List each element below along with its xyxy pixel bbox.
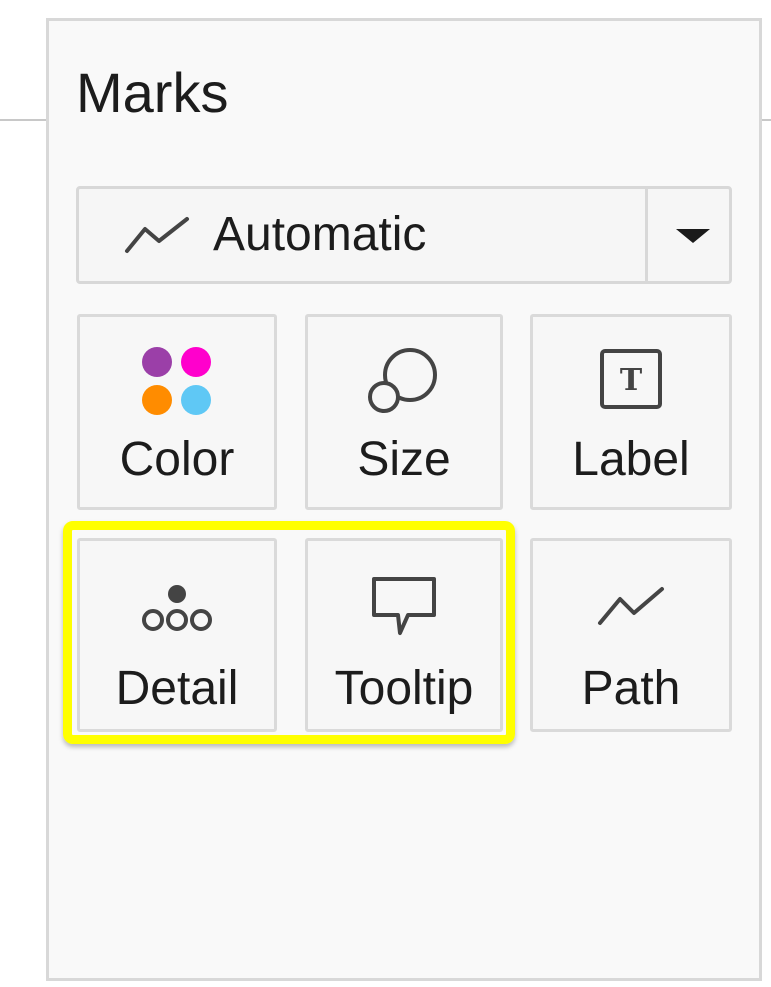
header-divider-left xyxy=(0,119,46,121)
color-label: Color xyxy=(119,433,235,486)
label-card[interactable]: T Label xyxy=(530,314,732,510)
size-label: Size xyxy=(357,433,451,486)
marks-title: Marks xyxy=(76,61,229,124)
label-label: Label xyxy=(572,433,690,486)
size-icon xyxy=(368,348,437,413)
detail-card[interactable]: Detail xyxy=(77,538,277,732)
svg-text:T: T xyxy=(620,363,643,398)
text-label-icon: T xyxy=(600,349,662,409)
chevron-down-icon[interactable] xyxy=(676,229,710,243)
dropdown-divider xyxy=(645,189,648,281)
tooltip-icon xyxy=(372,577,436,635)
mark-type-dropdown[interactable]: Automatic xyxy=(76,186,732,284)
path-card[interactable]: Path xyxy=(530,538,732,732)
color-card[interactable]: Color xyxy=(77,314,277,510)
header-divider-right xyxy=(762,119,771,121)
path-label: Path xyxy=(581,662,681,715)
detail-label: Detail xyxy=(115,662,239,715)
tooltip-card[interactable]: Tooltip xyxy=(305,538,503,732)
detail-icon xyxy=(142,585,212,631)
color-palette-icon xyxy=(142,347,211,415)
path-icon xyxy=(598,587,664,625)
line-mark-icon xyxy=(125,217,189,253)
size-card[interactable]: Size xyxy=(305,314,503,510)
tooltip-label: Tooltip xyxy=(334,662,474,715)
mark-type-value: Automatic xyxy=(213,208,427,261)
